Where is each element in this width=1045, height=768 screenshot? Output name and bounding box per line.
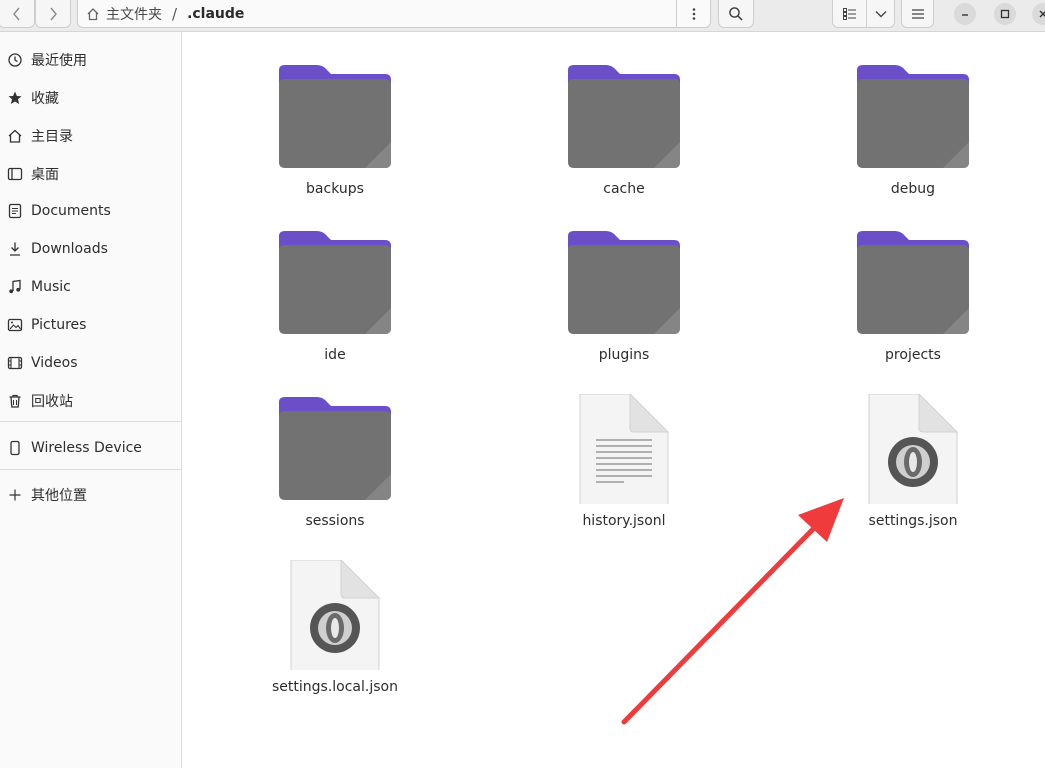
search-icon (729, 6, 743, 21)
picture-icon (7, 317, 23, 333)
sidebar-divider (0, 469, 181, 470)
sidebar-item-label: 回收站 (31, 394, 73, 410)
trash-icon (7, 393, 23, 409)
sidebar-item-label: Pictures (31, 317, 87, 333)
desktop-icon (7, 166, 23, 182)
header-bar: 主文件夹 / .claude (0, 0, 1045, 32)
path-menu-button[interactable] (676, 0, 710, 27)
maximize-button[interactable] (994, 3, 1016, 25)
star-icon (7, 90, 23, 106)
chevron-down-icon (875, 10, 886, 17)
sidebar-item-starred[interactable]: 收藏 (0, 83, 181, 113)
close-button[interactable] (1032, 3, 1045, 25)
sidebar-item-label: Wireless Device (31, 440, 142, 456)
annotation-arrow (621, 498, 844, 725)
download-icon (7, 241, 23, 257)
minimize-icon (962, 14, 968, 16)
minimize-button[interactable] (954, 3, 976, 25)
sidebar-item-label: 桌面 (31, 167, 59, 183)
sidebar-item-documents[interactable]: Documents (0, 196, 181, 226)
sidebar-item-label: Videos (31, 355, 78, 371)
sidebar-divider (0, 421, 181, 422)
sidebar-item-label: 主目录 (31, 129, 73, 145)
breadcrumb-home[interactable]: 主文件夹 (86, 4, 162, 24)
breadcrumb-current[interactable]: .claude (187, 6, 244, 22)
chevron-left-icon (12, 7, 20, 20)
sidebar-item-videos[interactable]: Videos (0, 348, 181, 378)
back-button[interactable] (0, 0, 35, 28)
home-icon (7, 128, 23, 144)
view-options-dropdown[interactable] (866, 0, 895, 28)
sidebar-item-music[interactable]: Music (0, 272, 181, 302)
close-icon (1039, 10, 1045, 18)
sidebar-item-label: Music (31, 279, 71, 295)
clock-icon (7, 52, 23, 68)
sidebar-item-downloads[interactable]: Downloads (0, 234, 181, 264)
sidebar-item-desktop[interactable]: 桌面 (0, 159, 181, 189)
maximize-icon (1000, 9, 1010, 19)
phone-icon (7, 440, 23, 456)
sidebar: 最近使用 收藏 主目录 桌面 Documents Downloads Music… (0, 32, 182, 768)
main-menu-button[interactable] (901, 0, 934, 28)
sidebar-item-trash[interactable]: 回收站 (0, 386, 181, 416)
sidebar-item-pictures[interactable]: Pictures (0, 310, 181, 340)
list-view-icon (842, 7, 856, 20)
sidebar-item-label: 其他位置 (31, 488, 87, 504)
search-button[interactable] (718, 0, 754, 28)
breadcrumb-separator: / (172, 4, 178, 23)
breadcrumb-home-label: 主文件夹 (106, 6, 162, 23)
sidebar-item-label: 最近使用 (31, 53, 87, 69)
hamburger-icon (911, 8, 924, 19)
home-icon (87, 7, 99, 20)
plus-icon (7, 487, 23, 503)
chevron-right-icon (50, 7, 57, 20)
path-bar[interactable]: 主文件夹 / .claude (77, 0, 711, 28)
sidebar-item-label: Downloads (31, 241, 108, 257)
video-icon (7, 355, 23, 371)
sidebar-item-recent[interactable]: 最近使用 (0, 45, 181, 75)
sidebar-item-label: Documents (31, 203, 111, 219)
sidebar-item-home[interactable]: 主目录 (0, 121, 181, 151)
music-icon (7, 279, 23, 295)
sidebar-item-other-locations[interactable]: 其他位置 (0, 480, 181, 510)
file-grid: backups cache debug ide plugins projects… (182, 32, 1045, 768)
document-icon (7, 203, 23, 219)
vertical-dots-icon (692, 7, 695, 20)
sidebar-item-label: 收藏 (31, 91, 59, 107)
view-list-button[interactable] (832, 0, 867, 28)
forward-button[interactable] (35, 0, 71, 28)
sidebar-item-wireless-device[interactable]: Wireless Device (0, 433, 181, 463)
